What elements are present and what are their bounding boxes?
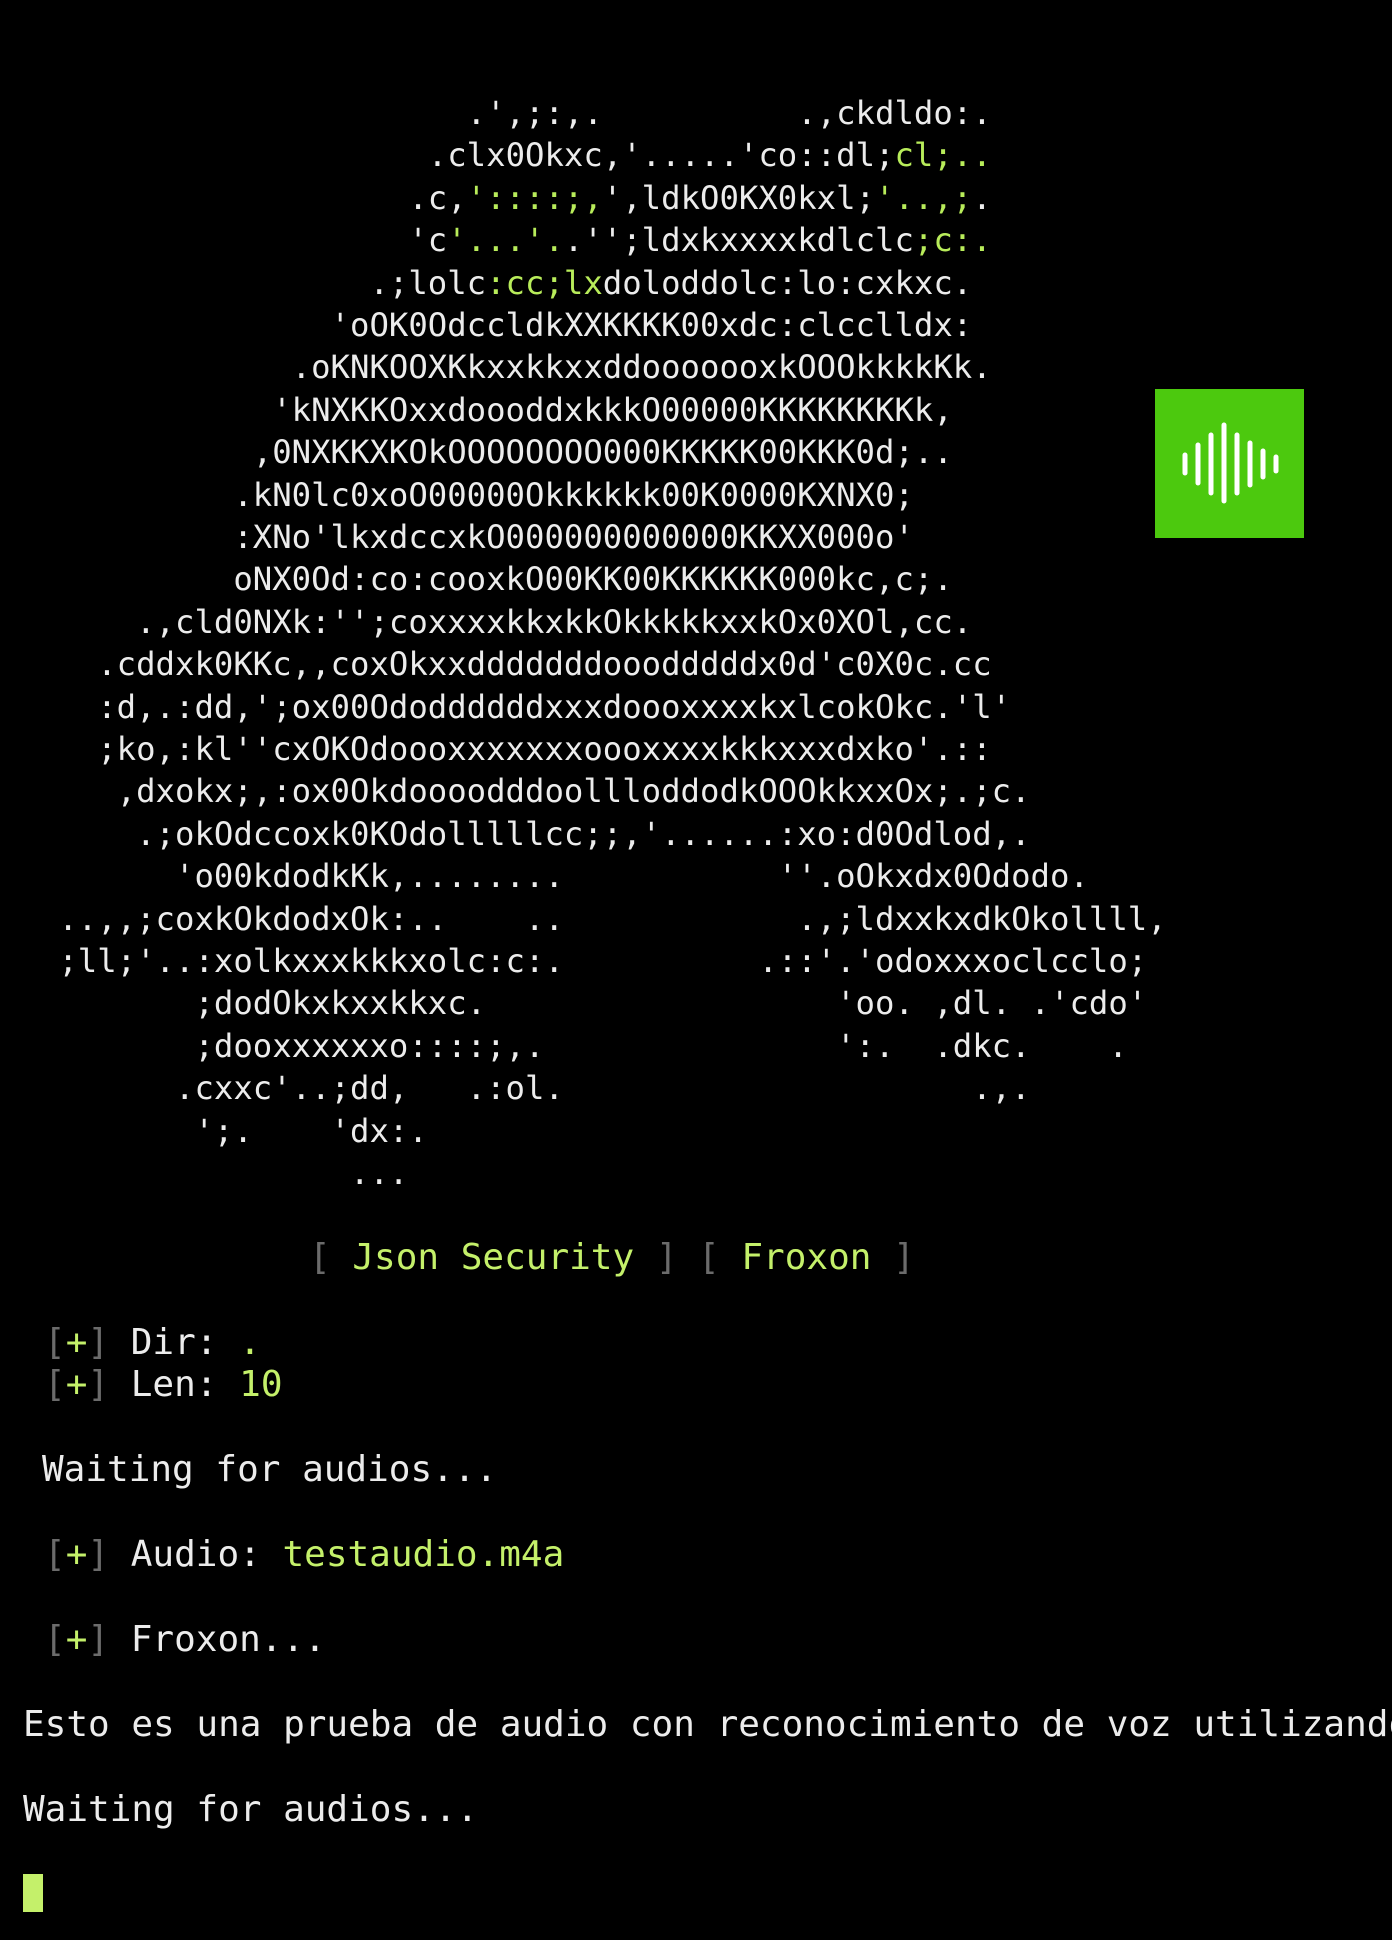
banner-froxon: [ Froxon ] bbox=[698, 1234, 915, 1282]
ascii-art-line: .cddxk0KKc,,coxOkxxdddddddooodddddx0d'c0… bbox=[0, 645, 992, 684]
ascii-art-line: 'kNXKKOxxdoooddxkkkO00000KKKKKKKKk, bbox=[0, 390, 953, 429]
ascii-art-line: ..,,;coxkOkdodxOk:.. .. .,;ldxxkxdkOkoll… bbox=[0, 899, 1167, 938]
len-value: 10 bbox=[239, 1364, 283, 1405]
len-label: Len: bbox=[130, 1364, 218, 1405]
banner-json-security: [ Json Security ] bbox=[309, 1234, 678, 1282]
plus-marker: + bbox=[65, 1322, 88, 1363]
ascii-art-line: 'oOK0OdccldkXXKKKK00xdc:clcclldx: bbox=[0, 306, 973, 344]
banner-item-json-security: Json Security bbox=[352, 1237, 635, 1278]
ascii-art-line: .,cld0NXk:'';coxxxxkkxkkOkkkkkxxkOx0XOl,… bbox=[0, 602, 973, 641]
transcript-text: Esto es una prueba de audio con reconoci… bbox=[23, 1704, 1392, 1745]
ascii-art-line: .c,'::::;,',ldkO0KX0kxl;'..,;. bbox=[0, 178, 992, 217]
ascii-art-line: 'o00kdodkKk,........ ''.oOkxdx0Ododo. bbox=[0, 857, 1089, 896]
dir-value: . bbox=[239, 1322, 261, 1363]
banner-close-bracket: ] bbox=[893, 1237, 915, 1278]
waiting-status: Waiting for audios... bbox=[42, 1449, 498, 1490]
output-line-froxon: [+] Froxon... bbox=[44, 1619, 326, 1660]
terminal-window: .',;:,. .,ckdldo:. .clx0Okxc,'.....'co::… bbox=[0, 0, 1392, 1940]
banner-open-bracket: [ bbox=[698, 1237, 720, 1278]
ascii-art-line: ... bbox=[0, 1154, 409, 1192]
audio-filename: testaudio.m4a bbox=[282, 1534, 565, 1575]
ascii-art-line: .',;:,. .,ckdldo:. bbox=[0, 94, 992, 132]
ascii-art-line: ';. 'dx:. bbox=[0, 1111, 428, 1150]
plus-marker: + bbox=[65, 1619, 88, 1660]
ascii-art-line: .;okOdccoxk0KOdolllllcc;;,'......:xo:d0O… bbox=[0, 814, 1031, 853]
output-line-audio: [+] Audio: testaudio.m4a bbox=[44, 1534, 565, 1575]
plus-marker: + bbox=[65, 1364, 88, 1405]
ascii-art-line: :XNo'lkxdccxkO000000000000KKXX000o' bbox=[0, 518, 914, 556]
ascii-art-line: .cxxc'..;dd, .:ol. .,. bbox=[0, 1069, 1031, 1108]
plus-marker: + bbox=[65, 1534, 88, 1575]
ascii-art-line: .;lolc:cc;lxdoloddolc:lo:cxkxc. bbox=[0, 263, 973, 302]
output-line-dir: [+] Dir: . bbox=[44, 1322, 261, 1363]
waiting-status: Waiting for audios... bbox=[23, 1789, 479, 1830]
ascii-art-line: ,0NXKKXKOkOOOOOOOO000KKKKK00KKK0d;.. bbox=[0, 433, 953, 472]
ascii-art-line: .clx0Okxc,'.....'co::dl;cl;.. bbox=[388, 136, 992, 175]
ascii-art-line: .oKNKOOXKkxxkkxxddooooooxkOOOkkkkKk. bbox=[0, 348, 992, 387]
ascii-art-line: ;ll;'..:xolkxxxkkkxolc:c:. .::'.'odoxxxo… bbox=[0, 942, 1148, 980]
ascii-art-line: ;dodOkxkxxkkxc. 'oo. ,dl. .'cdo' bbox=[0, 984, 1148, 1023]
ascii-art-line: :d,.:dd,';ox00Ododdddddxxxdoooxxxxkxlcok… bbox=[0, 687, 1012, 726]
ascii-art-logo: .',;:,. .,ckdldo:. .clx0Okxc,'.....'co::… bbox=[0, 92, 1392, 1202]
ascii-art-line: ;dooxxxxxxo::::;,. ':. .dkc. . bbox=[0, 1026, 1128, 1065]
dir-label: Dir: bbox=[130, 1322, 218, 1363]
banner-item-froxon: Froxon bbox=[741, 1237, 872, 1278]
banner-close-bracket: ] bbox=[655, 1237, 678, 1278]
ascii-art-line: ;ko,:kl''cxOKOdoooxxxxxxxoooxxxxkkkxxxdx… bbox=[0, 730, 992, 768]
terminal-cursor[interactable] bbox=[23, 1874, 43, 1912]
banner-open-bracket: [ bbox=[309, 1237, 331, 1278]
audio-waveform-icon bbox=[1155, 389, 1304, 538]
output-line-len: [+] Len: 10 bbox=[44, 1364, 283, 1405]
ascii-art-line: 'c'...'..'';ldxkxxxxkdlclc;c:. bbox=[0, 221, 992, 260]
ascii-art-line: ,dxokx;,:ox0OkdoooodddoollloddodkOOOkkxx… bbox=[0, 772, 1031, 811]
audio-label: Audio: bbox=[130, 1534, 261, 1575]
ascii-art-line: .kN0lc0xoO00000Okkkkkk00K0000KXNX0; bbox=[0, 475, 914, 514]
froxon-status: Froxon... bbox=[130, 1619, 326, 1660]
ascii-art-line: oNX0Od:co:cooxkO00KK00KKKKKK000kc,c;. bbox=[0, 560, 953, 599]
